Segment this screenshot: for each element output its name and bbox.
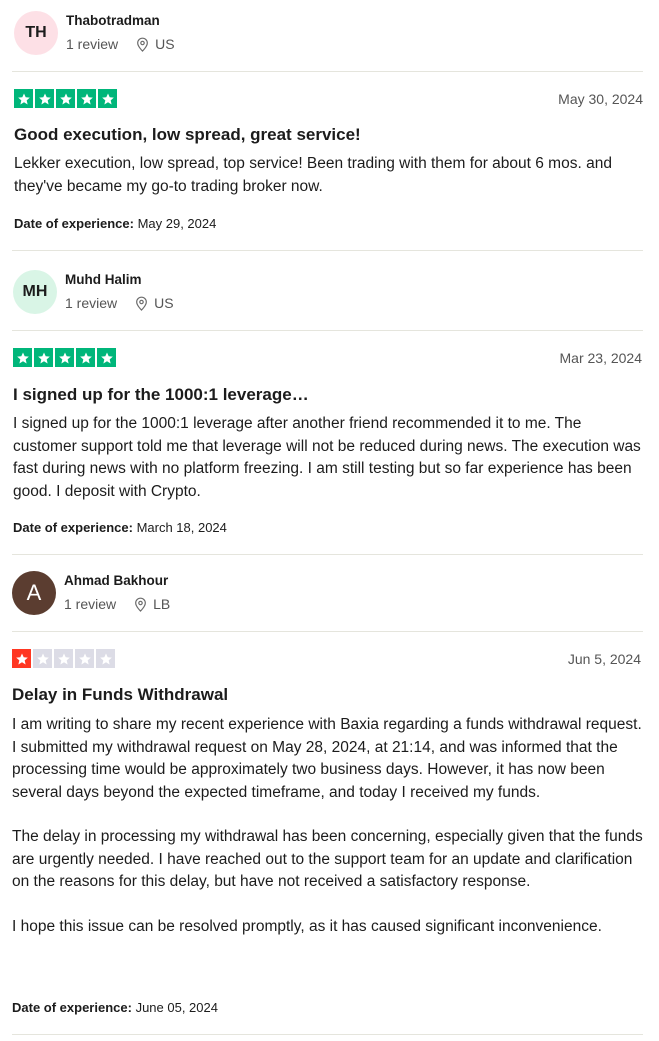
star-icon (35, 89, 54, 108)
review-title[interactable]: Good execution, low spread, great servic… (14, 125, 361, 145)
avatar-initials: A (26, 580, 42, 605)
experience-label: Date of experience: (13, 520, 133, 535)
reviewer-meta: 1 review US (66, 36, 175, 52)
map-pin-icon (137, 37, 149, 52)
star-icon (14, 89, 33, 108)
date-of-experience: Date of experience: May 29, 2024 (14, 216, 216, 231)
experience-label: Date of experience: (14, 216, 134, 231)
experience-date: March 18, 2024 (136, 520, 227, 535)
country-code: US (154, 295, 174, 311)
review-body: I am writing to share my recent experien… (12, 714, 647, 938)
divider (12, 250, 643, 251)
experience-date: May 29, 2024 (137, 216, 217, 231)
star-icon (33, 649, 52, 668)
star-icon (75, 649, 94, 668)
star-icon (54, 649, 73, 668)
star-icon (56, 89, 75, 108)
review-count: 1 review (66, 36, 119, 52)
star-icon (55, 348, 74, 367)
avatar-initials: MH (22, 283, 48, 300)
review-date: May 30, 2024 (558, 91, 643, 107)
reviewer-meta: 1 review US (65, 295, 174, 311)
divider (12, 1034, 643, 1035)
map-pin-icon (136, 296, 148, 311)
review-paragraph: Lekker execution, low spread, top servic… (14, 155, 612, 195)
review-count: 1 review (65, 295, 118, 311)
map-pin-icon (135, 597, 147, 612)
star-icon (12, 649, 31, 668)
star-rating (12, 649, 115, 668)
star-icon (13, 348, 32, 367)
country-code: LB (153, 596, 171, 612)
review-title[interactable]: I signed up for the 1000:1 leverage… (13, 385, 309, 405)
date-of-experience: Date of experience: March 18, 2024 (13, 520, 227, 535)
date-of-experience: Date of experience: June 05, 2024 (12, 1000, 218, 1015)
reviewer-name[interactable]: Thabotradman (66, 13, 160, 28)
experience-date: June 05, 2024 (135, 1000, 218, 1015)
reviewer-location: US (135, 295, 174, 311)
review-paragraph: I hope this issue can be resolved prompt… (12, 917, 602, 935)
star-icon (76, 348, 95, 367)
divider (12, 330, 643, 331)
avatar[interactable]: MH (13, 270, 57, 314)
avatar[interactable]: TH (14, 11, 58, 55)
review-paragraph: I am writing to share my recent experien… (12, 716, 642, 801)
review-count: 1 review (64, 596, 117, 612)
reviewer-name[interactable]: Muhd Halim (65, 272, 142, 287)
review-body: I signed up for the 1000:1 leverage afte… (13, 413, 648, 503)
star-icon (96, 649, 115, 668)
star-rating (14, 89, 117, 108)
reviewer-location: LB (134, 596, 170, 612)
review-body: Lekker execution, low spread, top servic… (14, 153, 649, 198)
divider (12, 554, 643, 555)
avatar[interactable]: A (12, 571, 56, 615)
avatar-initials: TH (25, 24, 47, 41)
reviewer-location: US (136, 36, 175, 52)
country-code: US (155, 36, 175, 52)
star-icon (34, 348, 53, 367)
review-paragraph: I signed up for the 1000:1 leverage afte… (13, 415, 641, 500)
reviewer-meta: 1 review LB (64, 596, 170, 612)
star-icon (97, 348, 116, 367)
review-date: Mar 23, 2024 (559, 350, 643, 366)
star-rating (13, 348, 116, 367)
reviewer-name[interactable]: Ahmad Bakhour (64, 573, 168, 588)
star-icon (98, 89, 117, 108)
divider (12, 71, 643, 72)
divider (12, 631, 643, 632)
review-title[interactable]: Delay in Funds Withdrawal (12, 685, 228, 705)
star-icon (77, 89, 96, 108)
experience-label: Date of experience: (12, 1000, 132, 1015)
review-paragraph: The delay in processing my withdrawal ha… (12, 828, 643, 890)
review-date: Jun 5, 2024 (567, 651, 641, 667)
